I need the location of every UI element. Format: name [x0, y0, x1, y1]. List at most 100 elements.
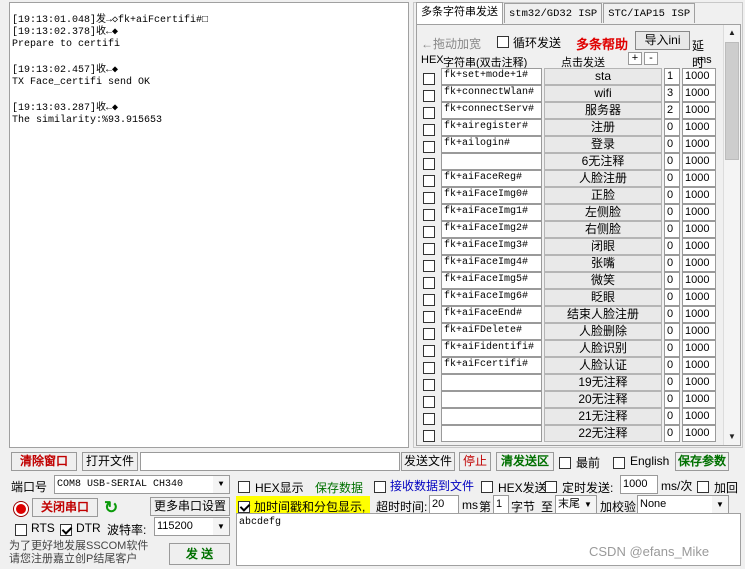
row-send-button[interactable]: 服务器	[544, 102, 662, 119]
byte-end-select[interactable]: 末尾 ▼	[555, 495, 597, 514]
row-hex-checkbox[interactable]	[423, 156, 435, 170]
multi-help-link[interactable]: 多条帮助	[576, 34, 628, 53]
close-port-button[interactable]: 关闭串口	[32, 498, 98, 517]
scroll-up-icon[interactable]: ▲	[724, 25, 740, 41]
row-command-input[interactable]: fk+aiFaceImg5#	[441, 272, 542, 289]
row-order-input[interactable]: 0	[664, 255, 680, 272]
more-port-settings-button[interactable]: 更多串口设置	[150, 497, 230, 516]
receive-window[interactable]: [19:13:01.048]发→◇fk+aiFcertifi#□ [19:13:…	[9, 2, 409, 448]
row-order-input[interactable]: 3	[664, 85, 680, 102]
row-order-input[interactable]: 0	[664, 374, 680, 391]
tab-stc-isp[interactable]: STC/IAP15 ISP	[603, 3, 696, 23]
row-hex-checkbox[interactable]	[423, 394, 435, 408]
row-delay-input[interactable]: 1000	[682, 323, 716, 340]
row-delay-input[interactable]: 1000	[682, 306, 716, 323]
row-send-button[interactable]: 正脸	[544, 187, 662, 204]
row-hex-checkbox[interactable]	[423, 377, 435, 391]
row-command-input[interactable]	[441, 153, 542, 170]
vertical-scrollbar[interactable]: ▲ ▼	[723, 25, 740, 445]
english-checkbox[interactable]	[613, 455, 625, 469]
row-delay-input[interactable]: 1000	[682, 391, 716, 408]
save-params-button[interactable]: 保存参数	[675, 452, 729, 471]
row-hex-checkbox[interactable]	[423, 139, 435, 153]
recv-to-file-checkbox[interactable]	[374, 479, 386, 493]
rts-checkbox[interactable]	[15, 522, 27, 536]
row-hex-checkbox[interactable]	[423, 105, 435, 119]
loop-send-checkbox[interactable]	[497, 34, 509, 48]
row-delay-input[interactable]: 1000	[682, 119, 716, 136]
row-order-input[interactable]: 0	[664, 187, 680, 204]
row-delay-input[interactable]: 1000	[682, 425, 716, 442]
send-file-button[interactable]: 发送文件	[401, 452, 455, 471]
row-delay-input[interactable]: 1000	[682, 102, 716, 119]
row-hex-checkbox[interactable]	[423, 411, 435, 425]
row-command-input[interactable]: fk+airegister#	[441, 119, 542, 136]
row-send-button[interactable]: 19无注释	[544, 374, 662, 391]
row-hex-checkbox[interactable]	[423, 326, 435, 340]
row-command-input[interactable]: fk+aiFaceImg1#	[441, 204, 542, 221]
row-order-input[interactable]: 0	[664, 340, 680, 357]
row-hex-checkbox[interactable]	[423, 428, 435, 442]
row-send-button[interactable]: 人脸删除	[544, 323, 662, 340]
scroll-thumb[interactable]	[725, 42, 739, 160]
row-command-input[interactable]: fk+aiFaceImg3#	[441, 238, 542, 255]
row-command-input[interactable]	[441, 374, 542, 391]
row-hex-checkbox[interactable]	[423, 71, 435, 85]
row-send-button[interactable]: 人脸注册	[544, 170, 662, 187]
open-file-button[interactable]: 打开文件	[82, 452, 138, 471]
row-command-input[interactable]: fk+aiFaceReg#	[441, 170, 542, 187]
dtr-checkbox[interactable]	[60, 522, 72, 536]
row-command-input[interactable]: fk+aiFaceImg6#	[441, 289, 542, 306]
row-send-button[interactable]: 闭眼	[544, 238, 662, 255]
row-order-input[interactable]: 0	[664, 289, 680, 306]
row-command-input[interactable]: fk+connectServ#	[441, 102, 542, 119]
row-command-input[interactable]: fk+connectWlan#	[441, 85, 542, 102]
row-delay-input[interactable]: 1000	[682, 340, 716, 357]
row-send-button[interactable]: 眨眼	[544, 289, 662, 306]
row-delay-input[interactable]: 1000	[682, 136, 716, 153]
row-hex-checkbox[interactable]	[423, 360, 435, 374]
row-delay-input[interactable]: 1000	[682, 255, 716, 272]
row-command-input[interactable]	[441, 408, 542, 425]
row-hex-checkbox[interactable]	[423, 309, 435, 323]
row-order-input[interactable]: 0	[664, 119, 680, 136]
row-order-input[interactable]: 0	[664, 306, 680, 323]
stop-button[interactable]: 停止	[459, 452, 491, 471]
row-send-button[interactable]: 22无注释	[544, 425, 662, 442]
row-command-input[interactable]: fk+aiFaceImg4#	[441, 255, 542, 272]
row-order-input[interactable]: 0	[664, 391, 680, 408]
import-ini-button[interactable]: 导入ini	[635, 31, 690, 50]
row-hex-checkbox[interactable]	[423, 173, 435, 187]
row-send-button[interactable]: 6无注释	[544, 153, 662, 170]
register-hint[interactable]: 为了更好地发展SSCOM软件 请您注册嘉立创P结尾客户	[9, 540, 148, 566]
row-command-input[interactable]	[441, 391, 542, 408]
row-order-input[interactable]: 0	[664, 272, 680, 289]
row-delay-input[interactable]: 1000	[682, 68, 716, 85]
hex-send-checkbox[interactable]	[481, 479, 493, 493]
row-hex-checkbox[interactable]	[423, 275, 435, 289]
row-delay-input[interactable]: 1000	[682, 357, 716, 374]
row-send-button[interactable]: 登录	[544, 136, 662, 153]
row-hex-checkbox[interactable]	[423, 224, 435, 238]
tab-multi-string[interactable]: 多条字符串发送	[416, 2, 503, 24]
row-hex-checkbox[interactable]	[423, 190, 435, 204]
row-hex-checkbox[interactable]	[423, 207, 435, 221]
row-send-button[interactable]: 左侧脸	[544, 204, 662, 221]
row-delay-input[interactable]: 1000	[682, 272, 716, 289]
row-hex-checkbox[interactable]	[423, 122, 435, 136]
remove-row-button[interactable]: -	[644, 52, 658, 65]
row-order-input[interactable]: 0	[664, 153, 680, 170]
add-row-button[interactable]: +	[628, 52, 642, 65]
send-button[interactable]: 发 送	[169, 543, 230, 565]
hex-show-checkbox[interactable]	[238, 479, 250, 493]
row-command-input[interactable]	[441, 425, 542, 442]
row-send-button[interactable]: 人脸识别	[544, 340, 662, 357]
scroll-down-icon[interactable]: ▼	[724, 429, 740, 445]
row-send-button[interactable]: 20无注释	[544, 391, 662, 408]
row-delay-input[interactable]: 1000	[682, 374, 716, 391]
file-path-input[interactable]	[140, 452, 400, 471]
row-command-input[interactable]: fk+aiFaceImg0#	[441, 187, 542, 204]
row-hex-checkbox[interactable]	[423, 258, 435, 272]
row-send-button[interactable]: 结束人脸注册	[544, 306, 662, 323]
interval-input[interactable]: 1000	[620, 475, 658, 494]
